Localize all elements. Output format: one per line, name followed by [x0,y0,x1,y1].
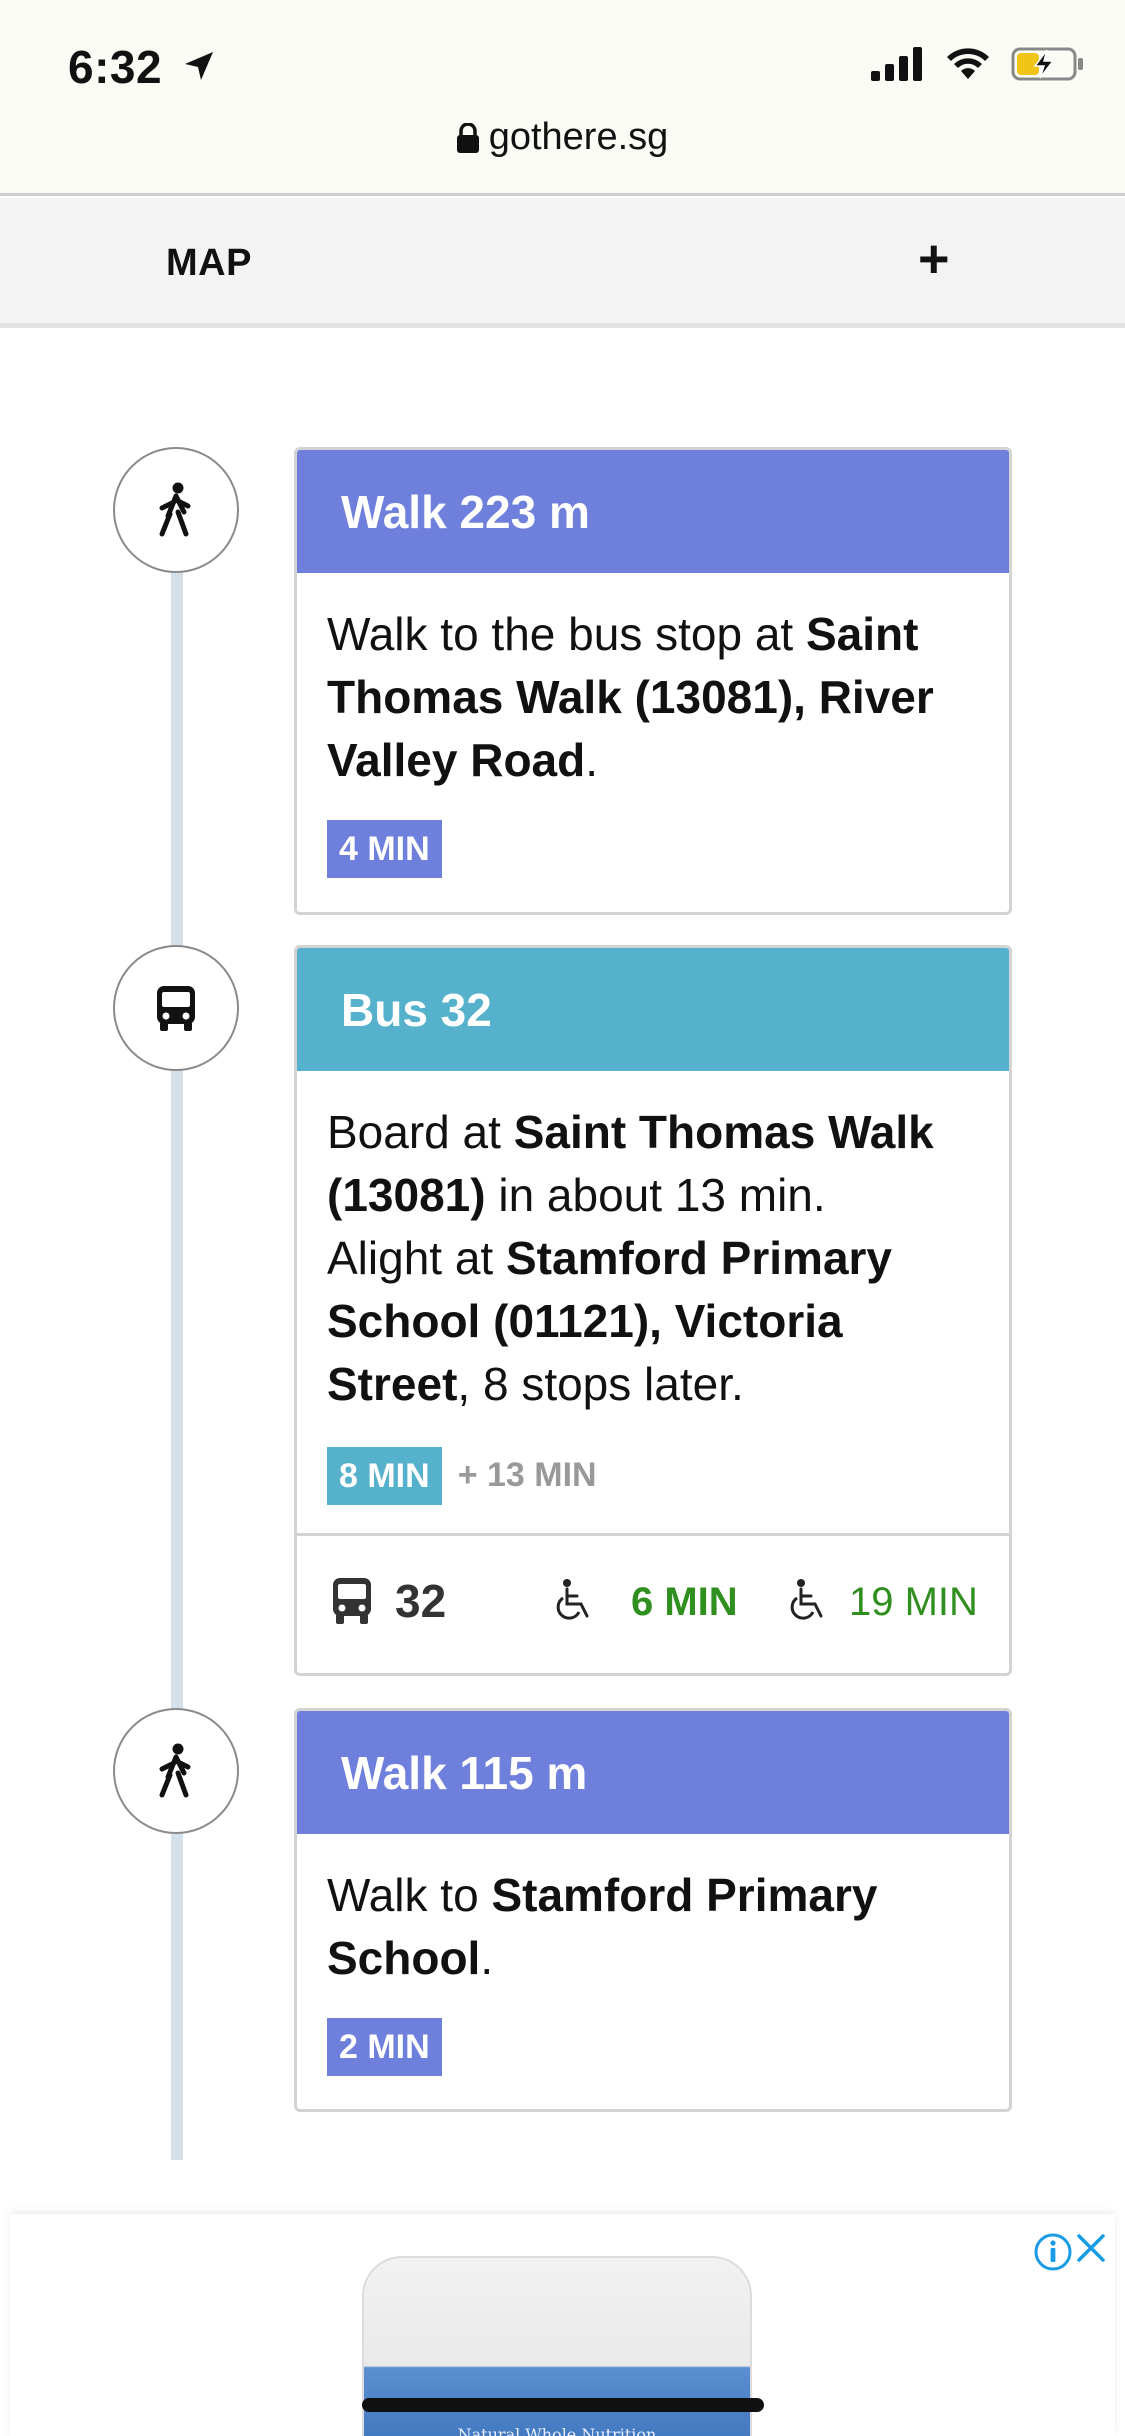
wheelchair-accessible-icon [556,1579,589,1620]
step-instruction: Walk to Stamford Primary School. [327,1869,878,1984]
ad-product-text: Natural Whole Nutrition [457,2425,657,2436]
step-card-walk-2[interactable]: Walk 115 m Walk to Stamford Primary Scho… [294,1708,1012,2112]
expand-map-button[interactable]: + [918,228,950,290]
board-instruction: Board at Saint Thomas Walk (13081) in ab… [327,1106,934,1221]
timeline-line [171,570,183,2160]
close-icon[interactable] [1071,2228,1111,2268]
walking-person-icon [159,482,191,537]
status-bar: 6:32 [0,0,1125,110]
wifi-icon [947,48,989,79]
wheelchair-accessible-icon [790,1579,823,1620]
wait-time: + 13 MIN [457,1456,597,1494]
next-arrival: 6 MIN [631,1580,738,1624]
step-walk-icon-circle [113,447,239,573]
step-walk-icon-circle [113,1708,239,1834]
alight-instruction: Alight at Stamford Primary School (01121… [327,1232,893,1410]
home-indicator [362,2398,764,2412]
bus-route-number: 32 [395,1575,447,1627]
step-card-walk-1[interactable]: Walk 223 m Walk to the bus stop at Saint… [294,447,1012,915]
status-time: 6:32 [68,41,163,93]
duration-badge: 4 MIN [327,820,442,878]
url-text: gothere.sg [488,116,669,158]
map-label[interactable]: MAP [166,242,252,285]
bus-icon [157,986,195,1031]
location-arrow-icon [185,52,213,80]
duration-badge: 8 MIN [327,1446,442,1505]
step-title: Walk 115 m [297,1711,1009,1834]
signal-icon [871,47,922,81]
browser-url-bar[interactable]: gothere.sg [0,110,1125,196]
lock-icon [456,123,479,153]
bus-icon [333,1578,371,1624]
step-instruction: Walk to the bus stop at Saint Thomas Wal… [327,608,934,786]
step-title: Bus 32 [297,948,1009,1071]
step-bus-icon-circle [113,945,239,1071]
following-arrival: 19 MIN [849,1580,978,1624]
status-icons [871,46,1085,82]
battery-charging-icon [1011,47,1083,81]
info-icon[interactable] [1033,2232,1073,2272]
bus-arrival-row[interactable]: 32 6 MIN 19 MIN [297,1533,1009,1667]
duration-badge: 2 MIN [327,2018,442,2076]
walking-person-icon [159,1743,191,1798]
map-toggle-bar[interactable]: MAP + [0,198,1125,328]
step-card-bus[interactable]: Bus 32 Board at Saint Thomas Walk (13081… [294,945,1012,1676]
step-title: Walk 223 m [297,450,1009,573]
